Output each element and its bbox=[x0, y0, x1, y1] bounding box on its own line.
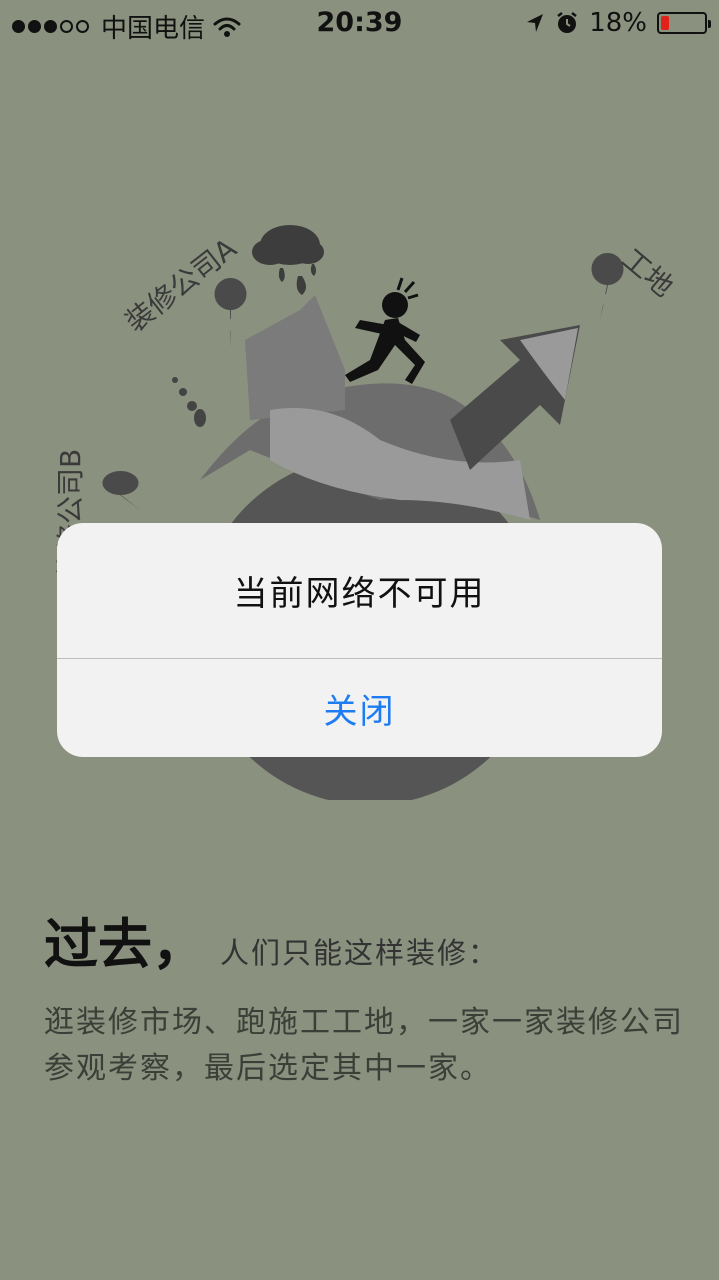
label-site: 工地 bbox=[616, 242, 680, 303]
status-right: 18% bbox=[525, 8, 711, 38]
app-screen: 中国电信 20:39 18% 装修公司A 工地 装修公司B 过去， 人们只能这样… bbox=[0, 0, 719, 1280]
battery-level-fill bbox=[661, 16, 669, 30]
location-pin-icon bbox=[214, 278, 247, 348]
runner-figure bbox=[345, 277, 425, 384]
headline-small: 人们只能这样装修： bbox=[220, 936, 500, 970]
headline-big: 过去， bbox=[44, 913, 206, 976]
description-text: 逛装修市场、跑施工工地，一家一家装修公司参观考察，最后选定其中一家。 bbox=[44, 1005, 684, 1086]
location-pin-icon bbox=[102, 471, 140, 511]
battery-icon bbox=[657, 12, 711, 34]
alarm-icon bbox=[557, 12, 577, 33]
status-bar: 中国电信 20:39 18% bbox=[0, 0, 719, 48]
network-unavailable-alert: 当前网络不可用 关闭 bbox=[57, 523, 662, 757]
mountain-shape bbox=[245, 295, 345, 420]
rain-cloud-icon bbox=[252, 225, 324, 295]
battery-percent: 18% bbox=[589, 8, 647, 38]
location-arrow-icon bbox=[527, 14, 544, 32]
headline: 过去， 人们只能这样装修： bbox=[44, 900, 499, 979]
alert-title: 当前网络不可用 bbox=[233, 574, 486, 614]
close-button[interactable]: 关闭 bbox=[57, 659, 662, 757]
